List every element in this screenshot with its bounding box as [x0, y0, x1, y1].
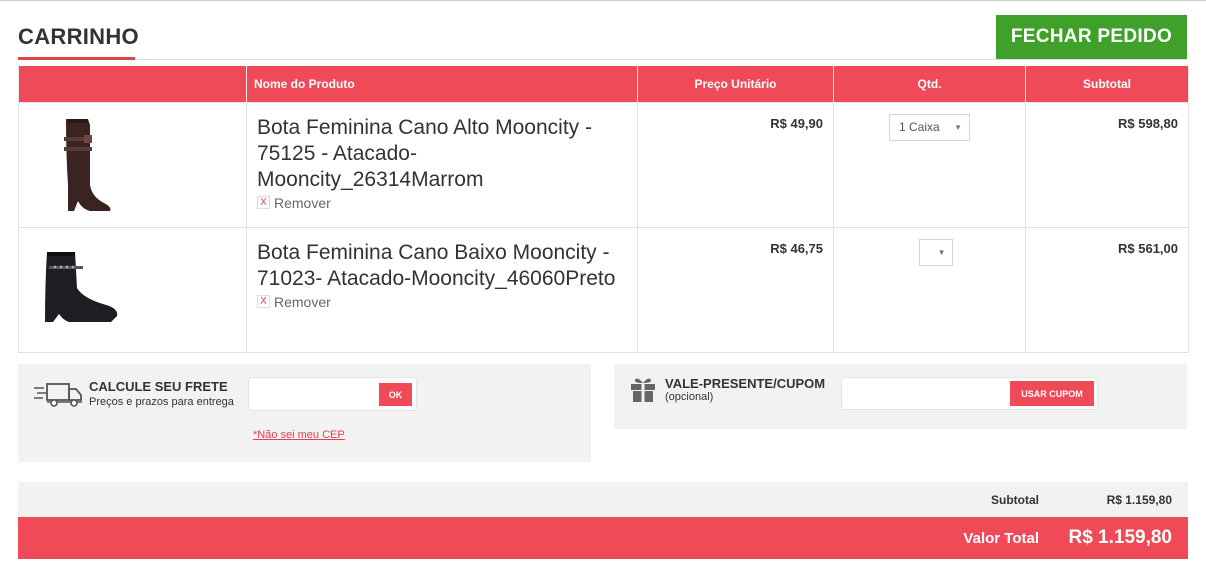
remove-label: Remover	[274, 194, 331, 211]
column-header-unit-price: Preço Unitário	[637, 66, 834, 103]
cart-table: Nome do Produto Preço Unitário Qtd. Subt…	[18, 66, 1189, 353]
checkout-button[interactable]: FECHAR PEDIDO	[996, 15, 1187, 59]
qty-select[interactable]: ▼	[918, 238, 953, 266]
page-title: CARRINHO	[18, 24, 139, 49]
column-header-subtotal: Subtotal	[1025, 66, 1189, 103]
unknown-cep-link[interactable]: *Não sei meu CEP	[253, 429, 345, 441]
remove-label: Remover	[274, 293, 331, 310]
remove-icon: X	[257, 295, 270, 308]
remove-button[interactable]: X Remover	[257, 294, 637, 310]
row-subtotal: R$ 561,00	[1025, 226, 1189, 353]
coupon-subtitle: (opcional)	[665, 391, 714, 403]
subtotal-bar: Subtotal R$ 1.159,80	[18, 482, 1188, 517]
truck-icon	[34, 383, 82, 407]
subtotal-label: Subtotal	[991, 493, 1039, 507]
table-row: Bota Feminina Cano Alto Mooncity - 75125…	[18, 101, 1189, 228]
column-header-qty: Qtd.	[833, 66, 1026, 103]
top-divider	[0, 0, 1206, 1]
gift-icon	[631, 378, 655, 402]
subtotal-value: R$ 1.159,80	[1106, 493, 1172, 507]
column-header-product: Nome do Produto	[246, 66, 638, 103]
product-image-tall-brown-boot[interactable]	[44, 115, 134, 215]
title-underline	[18, 57, 135, 60]
qty-cell: ▼	[833, 226, 1026, 353]
column-header-image	[18, 66, 247, 103]
qty-select[interactable]: 1 Caixa ▼	[889, 113, 970, 141]
shipping-subtitle: Preços e prazos para entrega	[89, 396, 234, 408]
coupon-title: VALE-PRESENTE/CUPOM	[665, 376, 826, 391]
product-name[interactable]: Bota Feminina Cano Alto Mooncity - 75125…	[247, 103, 637, 193]
total-label: Valor Total	[963, 530, 1039, 547]
chevron-down-icon: ▼	[954, 122, 962, 132]
coupon-panel: VALE-PRESENTE/CUPOM (opcional) USAR CUPO…	[614, 364, 1187, 429]
unit-price: R$ 49,90	[637, 101, 834, 228]
shipping-panel: CALCULE SEU FRETE Preços e prazos para e…	[18, 364, 591, 462]
qty-value: 1 Caixa	[899, 120, 940, 134]
product-image-black-ankle-boot[interactable]	[39, 244, 129, 334]
apply-coupon-button[interactable]: USAR CUPOM	[1010, 381, 1094, 406]
unit-price: R$ 46,75	[637, 226, 834, 353]
title-divider	[135, 59, 1187, 60]
remove-button[interactable]: X Remover	[257, 195, 637, 211]
chevron-down-icon: ▼	[937, 247, 946, 257]
cart-table-header: Nome do Produto Preço Unitário Qtd. Subt…	[18, 66, 1189, 103]
product-info-cell: Bota Feminina Cano Alto Mooncity - 75125…	[246, 101, 638, 228]
total-value: R$ 1.159,80	[1068, 527, 1172, 548]
table-row: Bota Feminina Cano Baixo Mooncity - 7102…	[18, 226, 1189, 353]
product-image-cell	[18, 101, 247, 228]
row-subtotal: R$ 598,80	[1025, 101, 1189, 228]
qty-cell: 1 Caixa ▼	[833, 101, 1026, 228]
product-name[interactable]: Bota Feminina Cano Baixo Mooncity - 7102…	[247, 228, 637, 292]
remove-icon: X	[257, 196, 270, 209]
calculate-shipping-button[interactable]: OK	[379, 383, 412, 406]
total-bar: Valor Total R$ 1.159,80	[18, 517, 1188, 559]
product-info-cell: Bota Feminina Cano Baixo Mooncity - 7102…	[246, 226, 638, 353]
product-image-cell	[18, 226, 247, 353]
shipping-title: CALCULE SEU FRETE	[89, 379, 228, 394]
